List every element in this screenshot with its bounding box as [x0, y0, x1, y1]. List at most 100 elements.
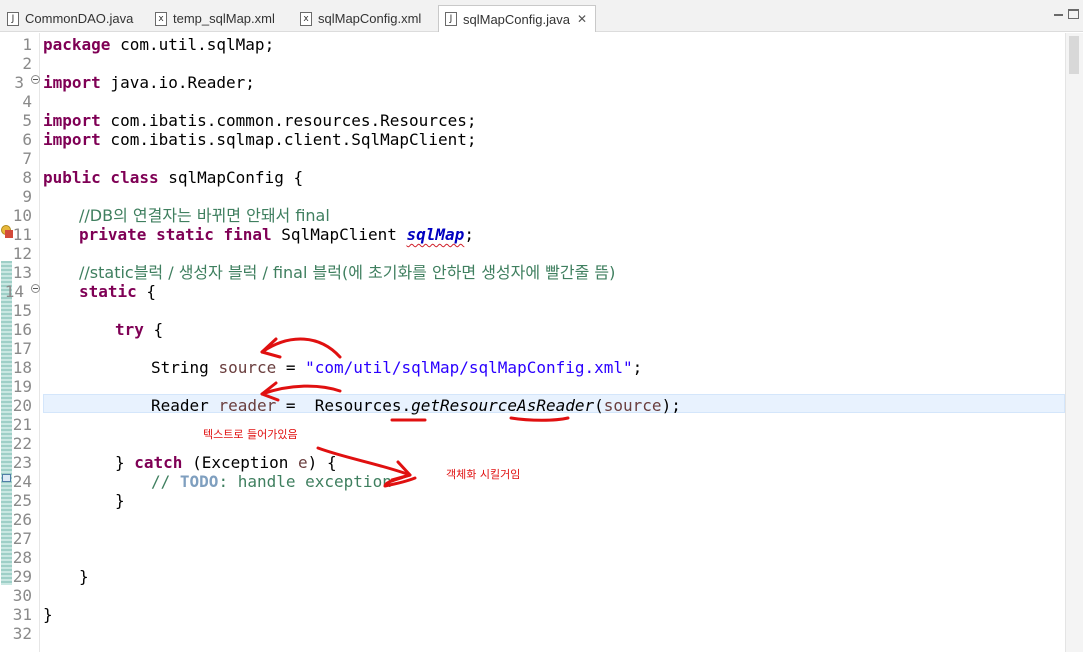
code-text: Reader — [151, 396, 219, 415]
tab-label: sqlMapConfig.xml — [318, 11, 422, 26]
line-number: 20 — [12, 396, 32, 415]
line-number: 3 — [14, 73, 24, 92]
annotation-note: 텍스트로 들어가있음 — [203, 428, 298, 441]
line-number: 13 — [12, 263, 32, 282]
code-line: private static final SqlMapClient sqlMap… — [79, 225, 474, 244]
code-text: { — [143, 320, 164, 339]
code-line: String source = "com/util/sqlMap/sqlMapC… — [151, 358, 642, 377]
keyword: catch — [134, 453, 183, 472]
code-text: sqlMapConfig { — [158, 168, 304, 187]
tab-sqlmapconfig-xml[interactable]: x sqlMapConfig.xml — [300, 5, 421, 32]
xml-file-icon: x — [155, 11, 167, 26]
line-number: 11 — [12, 225, 32, 244]
line-number: 2 — [22, 54, 32, 73]
code-line: static { — [79, 282, 156, 301]
code-text: String — [151, 358, 219, 377]
source-code[interactable]: package com.util.sqlMap; import java.io.… — [43, 33, 681, 624]
fold-toggle-icon[interactable] — [31, 75, 40, 84]
fold-toggle-icon[interactable] — [31, 284, 40, 293]
code-text: ; — [632, 358, 643, 377]
line-number: 19 — [12, 377, 32, 396]
vertical-scrollbar[interactable] — [1065, 33, 1083, 652]
editor-tab-bar: J CommonDAO.java x temp_sqlMap.xml x sql… — [0, 0, 1083, 32]
line-number: 6 — [22, 130, 32, 149]
line-number: 9 — [22, 187, 32, 206]
code-text: } — [115, 491, 125, 510]
line-number: 32 — [12, 624, 32, 643]
line-number: 10 — [12, 206, 32, 225]
line-number: 30 — [12, 586, 32, 605]
scrollbar-thumb[interactable] — [1069, 36, 1079, 74]
code-line: } catch (Exception e) { — [115, 453, 337, 472]
code-text: ) { — [307, 453, 337, 472]
comment: //DB의 연결자는 바뀌면 안돼서 final — [79, 206, 330, 225]
code-text: = Resources. — [276, 396, 412, 415]
code-text: com.ibatis.common.resources.Resources; — [100, 111, 477, 130]
line-number: 24 — [12, 472, 32, 491]
java-file-icon: J — [445, 12, 457, 26]
line-number: 28 — [12, 548, 32, 567]
variable: reader — [218, 396, 277, 415]
tab-sqlmapconfig-java[interactable]: J sqlMapConfig.java ✕ — [438, 5, 597, 32]
line-number: 5 — [22, 111, 32, 130]
java-file-icon: J — [7, 11, 19, 26]
code-text: } — [115, 453, 135, 472]
code-line: //DB의 연결자는 바뀌면 안돼서 final — [79, 206, 330, 225]
line-number: 8 — [22, 168, 32, 187]
code-text: ; — [464, 225, 474, 244]
line-number: 29 — [12, 567, 32, 586]
line-number: 25 — [12, 491, 32, 510]
code-line: // TODO: handle exception — [151, 472, 392, 491]
code-line: import java.io.Reader; — [43, 73, 255, 92]
close-icon[interactable]: ✕ — [577, 12, 587, 26]
keyword: import — [43, 130, 101, 149]
line-number: 15 — [12, 301, 32, 320]
keyword: private static final — [79, 225, 272, 244]
code-text: java.io.Reader; — [100, 73, 255, 92]
variable: source — [218, 358, 277, 377]
line-number: 21 — [12, 415, 32, 434]
line-number: 17 — [12, 339, 32, 358]
line-number: 18 — [12, 358, 32, 377]
line-number: 26 — [12, 510, 32, 529]
comment: //static블럭 / 생성자 블럭 / final 블럭(에 초기화를 안하… — [79, 263, 616, 282]
code-line: try { — [115, 320, 163, 339]
minimize-icon[interactable] — [1052, 9, 1064, 21]
field-name: sqlMap — [406, 225, 465, 244]
code-line: } — [43, 605, 53, 624]
keyword: public class — [43, 168, 159, 187]
code-line: //static블럭 / 생성자 블럭 / final 블럭(에 초기화를 안하… — [79, 263, 615, 282]
line-number: 4 — [22, 92, 32, 111]
keyword: try — [115, 320, 144, 339]
code-text: ( — [594, 396, 604, 415]
line-number: 12 — [12, 244, 32, 263]
code-text: com.util.sqlMap; — [110, 35, 275, 54]
variable: e — [298, 453, 308, 472]
keyword: package — [43, 35, 111, 54]
line-number: 23 — [12, 453, 32, 472]
maximize-icon[interactable] — [1068, 9, 1079, 19]
method-name: getResourceAsReader — [411, 396, 595, 415]
line-number: 27 — [12, 529, 32, 548]
keyword: import — [43, 111, 101, 130]
tab-label: CommonDAO.java — [25, 11, 134, 26]
comment: : handle exception — [218, 472, 392, 491]
tab-label: sqlMapConfig.java — [463, 11, 570, 27]
code-line: } — [115, 491, 125, 510]
code-editor[interactable]: 1 2 3 4 5 6 7 8 9 10 11 12 13 14 15 16 1… — [0, 33, 1083, 652]
code-text: } — [43, 605, 53, 624]
code-text: (Exception — [182, 453, 299, 472]
code-text: com.ibatis.sqlmap.client.SqlMapClient; — [100, 130, 477, 149]
tab-temp-sqlmap-xml[interactable]: x temp_sqlMap.xml — [155, 5, 275, 32]
variable: source — [603, 396, 662, 415]
line-number: 16 — [12, 320, 32, 339]
annotation-note: 객체화 시킬거임 — [446, 468, 521, 481]
line-number: 22 — [12, 434, 32, 453]
tab-commondao-java[interactable]: J CommonDAO.java — [7, 5, 133, 32]
code-text: = — [276, 358, 306, 377]
code-text: } — [79, 567, 89, 586]
keyword: static — [79, 282, 137, 301]
code-line: Reader reader = Resources.getResourceAsR… — [151, 396, 681, 415]
code-line: public class sqlMapConfig { — [43, 168, 303, 187]
code-line: } — [79, 567, 89, 586]
